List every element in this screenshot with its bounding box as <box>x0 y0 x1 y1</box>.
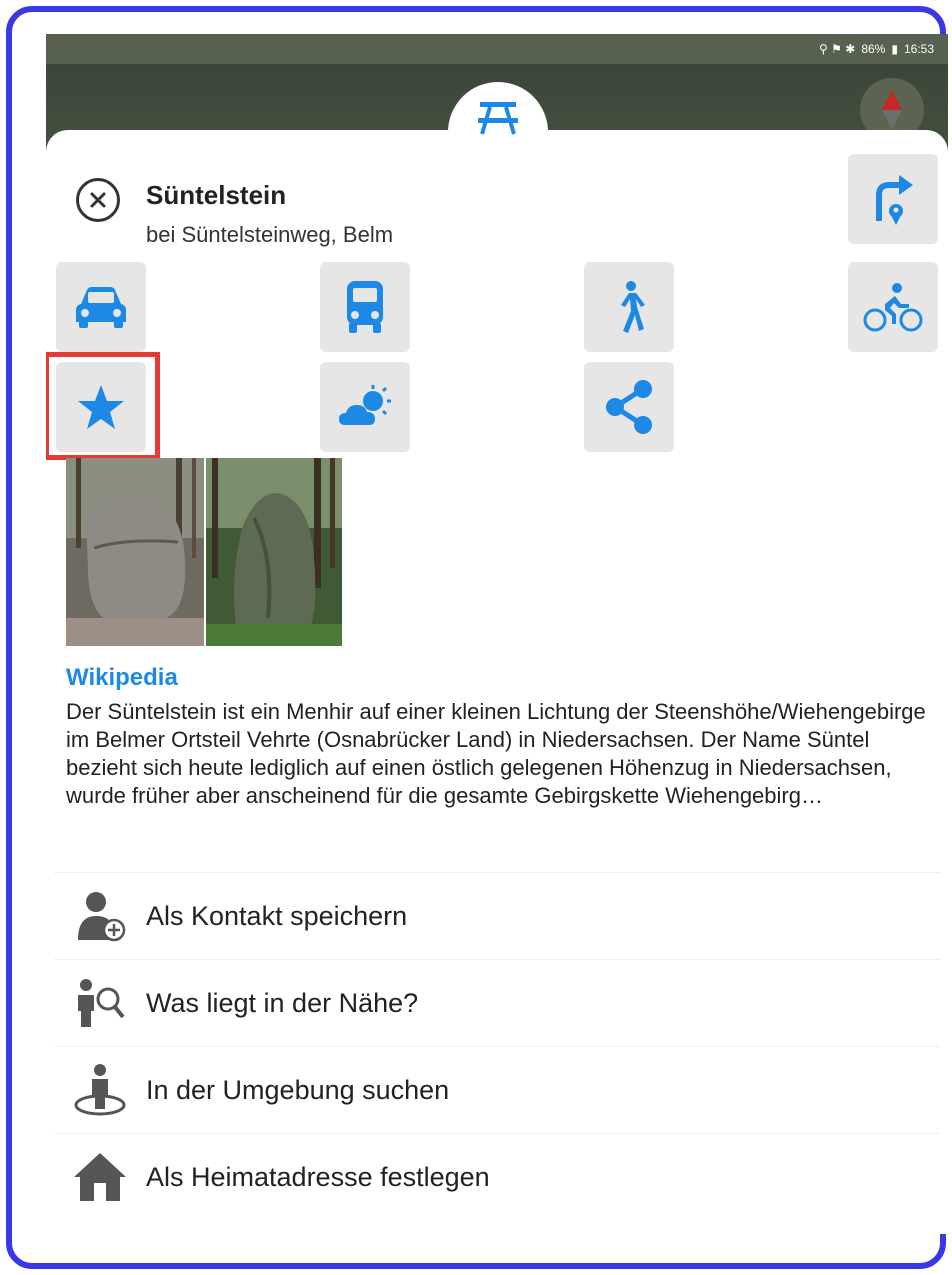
highlight-box <box>46 352 160 460</box>
clock: 16:53 <box>903 42 934 56</box>
battery-text: 86% <box>861 42 886 56</box>
bus-route-button[interactable] <box>320 262 410 352</box>
car-route-button[interactable] <box>56 262 146 352</box>
surroundings-icon <box>54 1063 146 1117</box>
place-details-sheet: Süntelstein bei Süntelsteinweg, Belm Wik… <box>46 130 948 1234</box>
share-button[interactable] <box>584 362 674 452</box>
wikipedia-link[interactable]: Wikipedia <box>66 664 178 692</box>
status-bar: ⚲ ⚑ ✱ 86% ▮ 16:53 <box>46 34 948 64</box>
place-photo-2[interactable] <box>206 458 342 646</box>
close-icon <box>90 192 106 208</box>
weather-button[interactable] <box>320 362 410 452</box>
menu-label: Als Kontakt speichern <box>146 900 408 931</box>
menu-item-nearby[interactable]: Was liegt in der Nähe? <box>54 959 940 1046</box>
close-button[interactable] <box>76 178 120 222</box>
nearby-search-icon <box>54 977 146 1029</box>
bike-route-button[interactable] <box>848 262 938 352</box>
signal-icon: ⚲ ⚑ ✱ <box>819 42 856 56</box>
walk-icon <box>621 281 645 333</box>
menu-item-surroundings[interactable]: In der Umgebung suchen <box>54 1046 940 1133</box>
menu-label: Als Heimatadresse festlegen <box>146 1161 490 1192</box>
screen: ⚲ ⚑ ✱ 86% ▮ 16:53 Süntelstein bei Süntel… <box>46 34 948 1234</box>
menu-label: Was liegt in der Nähe? <box>146 987 419 1018</box>
place-subtitle: bei Süntelsteinweg, Belm <box>146 222 394 247</box>
bus-icon <box>347 281 383 333</box>
picnic-table-icon <box>478 102 518 135</box>
home-icon <box>54 1151 146 1203</box>
wikipedia-excerpt: Der Süntelstein ist ein Menhir auf einer… <box>66 699 926 808</box>
device-frame: ⚲ ⚑ ✱ 86% ▮ 16:53 Süntelstein bei Süntel… <box>6 6 948 1269</box>
route-button[interactable] <box>848 154 938 244</box>
menu-label: In der Umgebung suchen <box>146 1074 450 1105</box>
add-contact-icon <box>54 890 146 942</box>
poi-marker[interactable] <box>448 82 548 182</box>
share-icon <box>606 380 652 434</box>
route-turn-icon <box>876 175 913 225</box>
place-photo-1[interactable] <box>66 458 204 646</box>
car-icon <box>76 287 126 328</box>
bicycle-icon <box>863 283 923 332</box>
place-title: Süntelstein <box>146 180 287 210</box>
walk-route-button[interactable] <box>584 262 674 352</box>
battery-icon: ▮ <box>891 42 898 56</box>
menu-item-home-address[interactable]: Als Heimatadresse festlegen <box>54 1133 940 1220</box>
action-menu: Als Kontakt speichern Was liegt in der N… <box>54 872 940 1220</box>
menu-item-save-contact[interactable]: Als Kontakt speichern <box>54 872 940 959</box>
weather-icon <box>339 385 391 425</box>
